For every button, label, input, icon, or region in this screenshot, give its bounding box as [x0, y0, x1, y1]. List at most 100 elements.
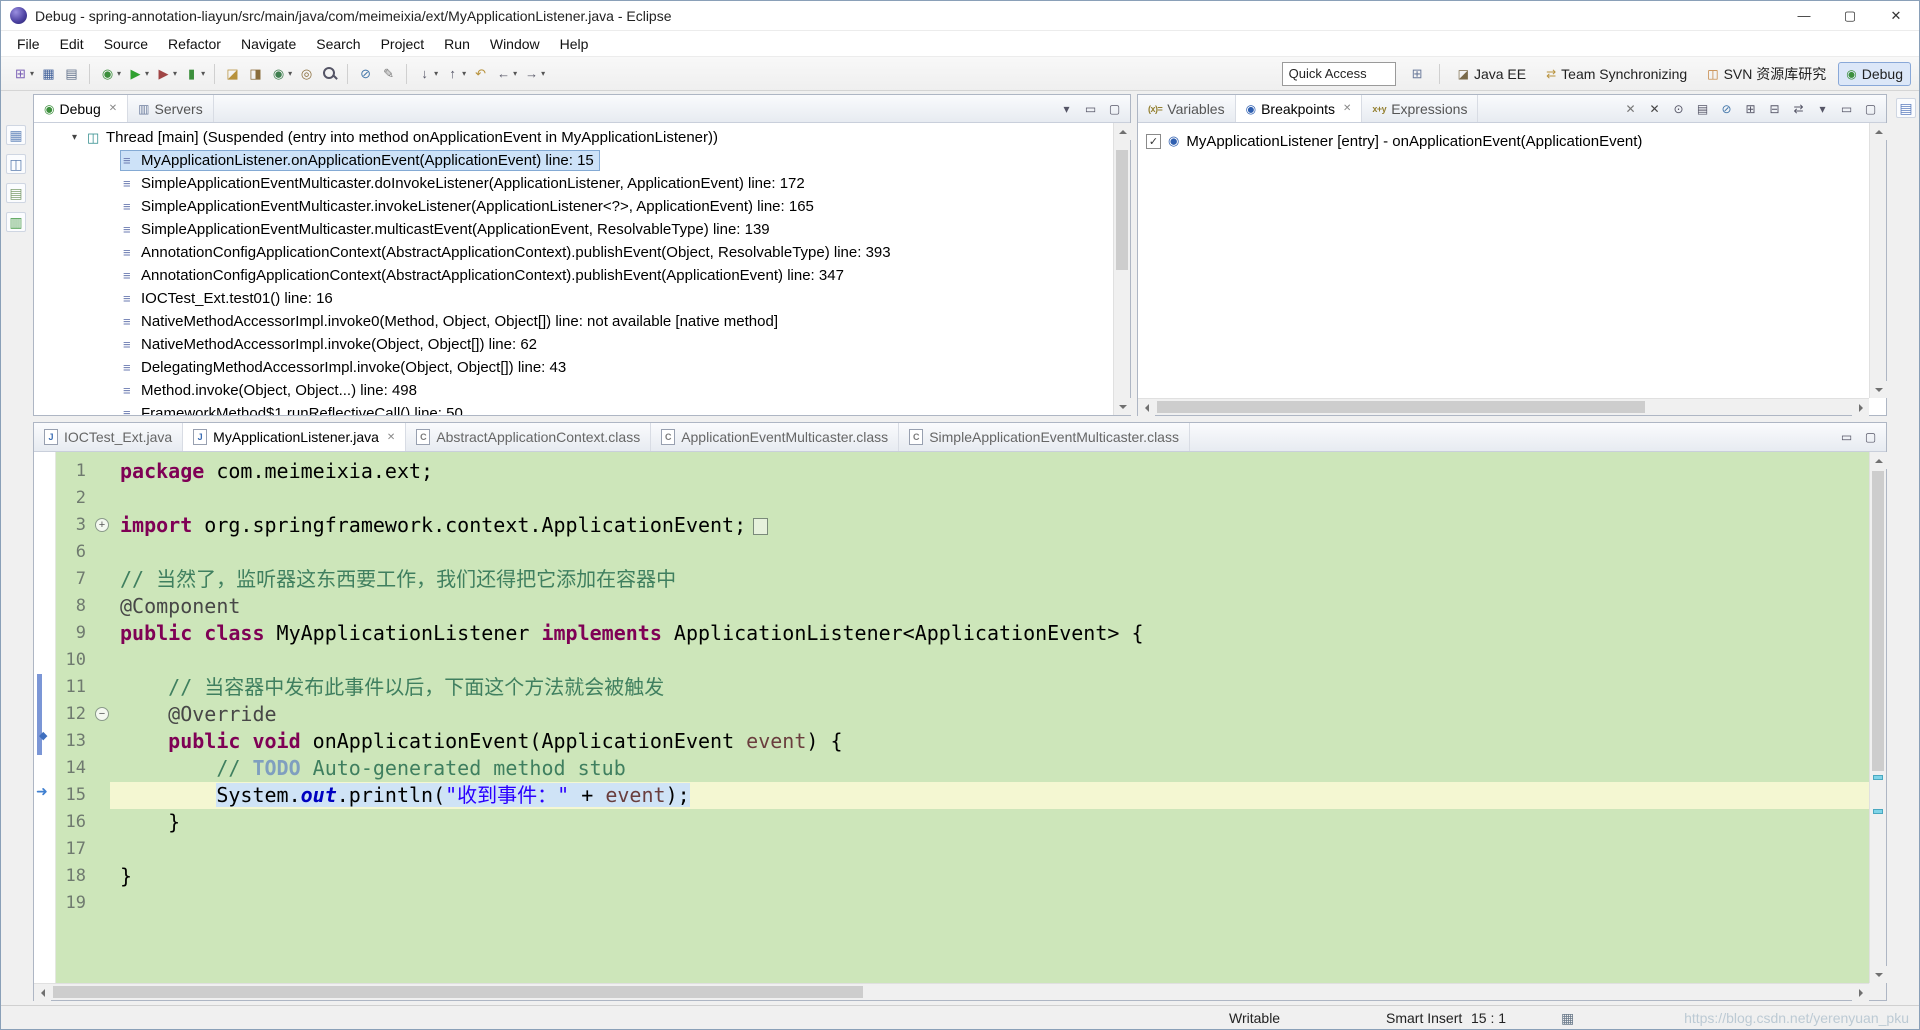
outline-view-icon[interactable]: ▤ [1896, 98, 1916, 118]
menu-source[interactable]: Source [94, 31, 158, 57]
scroll-right-arrow[interactable] [1852, 984, 1869, 1001]
code-line[interactable]: public class MyApplicationListener imple… [110, 620, 1869, 647]
scroll-thumb[interactable] [1872, 471, 1884, 771]
code-line[interactable]: public void onApplicationEvent(Applicati… [110, 728, 1869, 755]
stack-frame[interactable]: ≡ SimpleApplicationEventMulticaster.doInv… [120, 173, 811, 194]
search-button[interactable] [318, 61, 341, 87]
code-line[interactable] [110, 485, 1869, 512]
tab-breakpoints[interactable]: ◉ Breakpoints ✕ [1235, 95, 1363, 122]
run-button[interactable]: ▶ ▾ [124, 61, 152, 87]
tab-applicationeventmulticaster[interactable]: C ApplicationEventMulticaster.class [651, 423, 900, 451]
stack-frame-row[interactable]: ≡ SimpleApplicationEventMulticaster.invok… [34, 195, 1130, 218]
code-line[interactable] [110, 539, 1869, 566]
stack-frame-row[interactable]: ≡ NativeMethodAccessorImpl.invoke(Object,… [34, 333, 1130, 356]
folding-ruler[interactable]: + − [94, 452, 110, 983]
line-number-ruler[interactable]: 1 2 3 6 7 8 9 10 11 12 13 14 15 16 17 18 19 [56, 452, 94, 983]
skip-breakpoints-button[interactable]: ⊘ [354, 61, 377, 87]
menu-file[interactable]: File [7, 31, 50, 57]
close-tab-icon[interactable]: ✕ [1343, 103, 1351, 114]
view-menu-icon[interactable]: ▾ [1814, 100, 1831, 117]
perspective-debug[interactable]: ◉ Debug [1838, 61, 1911, 86]
menu-refactor[interactable]: Refactor [158, 31, 231, 57]
stack-frame-row[interactable]: ≡ MyApplicationListener.onApplicationEven… [34, 149, 1130, 172]
code-line[interactable]: } [110, 863, 1869, 890]
mark-occurrences-button[interactable]: ✎ [377, 61, 400, 87]
stack-frame[interactable]: ≡ NativeMethodAccessorImpl.invoke(Object,… [120, 334, 543, 355]
project-explorer-icon[interactable]: ◫ [6, 154, 26, 174]
scroll-track[interactable] [51, 984, 1852, 1000]
perspective-team-sync[interactable]: ⇄ Team Synchronizing [1538, 62, 1695, 86]
scroll-up-arrow[interactable] [1114, 123, 1131, 140]
perspective-java-ee[interactable]: ◪ Java EE [1450, 62, 1534, 86]
tab-myapplicationlistener[interactable]: J MyApplicationListener.java ✕ [183, 423, 407, 451]
stack-frame-row[interactable]: ≡ AnnotationConfigApplicationContext(Abst… [34, 264, 1130, 287]
skip-all-breakpoints-icon[interactable]: ⊘ [1718, 100, 1735, 117]
code-line[interactable]: } [110, 809, 1869, 836]
scroll-thumb[interactable] [53, 986, 864, 998]
stack-frame[interactable]: ≡ IOCTest_Ext.test01() line: 16 [120, 288, 339, 309]
maximize-window-button[interactable]: ▢ [1827, 1, 1873, 30]
insert-mode-status[interactable]: Smart Insert [1386, 1010, 1462, 1026]
debug-vertical-scrollbar[interactable] [1113, 123, 1131, 415]
menu-navigate[interactable]: Navigate [231, 31, 306, 57]
expander-icon[interactable]: ▾ [72, 132, 87, 143]
scroll-thumb[interactable] [1116, 150, 1128, 270]
go-to-file-icon[interactable]: ▤ [1694, 100, 1711, 117]
scroll-track[interactable] [1870, 469, 1886, 966]
tab-ioctest-ext[interactable]: J IOCTest_Ext.java [34, 423, 184, 451]
maximize-view-icon[interactable]: ▢ [1106, 100, 1123, 117]
scroll-left-arrow[interactable] [34, 984, 51, 1001]
new-class-button[interactable]: ◉ ▾ [267, 61, 295, 87]
stack-frame-row[interactable]: ≡ AnnotationConfigApplicationContext(Abst… [34, 241, 1130, 264]
external-tools-button[interactable]: ▶ ▾ [152, 61, 180, 87]
tab-expressions[interactable]: x+y Expressions [1362, 95, 1479, 122]
perspective-svn[interactable]: ◫ SVN 资源库研究 [1699, 60, 1834, 88]
minimize-window-button[interactable]: — [1781, 1, 1827, 30]
debug-button[interactable]: ◉ ▾ [96, 61, 124, 87]
last-edit-location-button[interactable]: ↶ [469, 61, 492, 87]
scroll-thumb[interactable] [1157, 401, 1645, 413]
thread-row[interactable]: ▾ ◫ Thread [main] (Suspended (entry into m… [34, 126, 1130, 149]
minimize-editor-icon[interactable]: ▭ [1838, 429, 1855, 446]
tab-variables[interactable]: (x)= Variables [1138, 95, 1236, 122]
stack-frame-row[interactable]: ≡ SimpleApplicationEventMulticaster.doInv… [34, 172, 1130, 195]
stack-frame-row[interactable]: ≡ NativeMethodAccessorImpl.invoke0(Method… [34, 310, 1130, 333]
menu-project[interactable]: Project [371, 31, 435, 57]
code-line[interactable]: package com.meimeixia.ext; [110, 458, 1869, 485]
editor-vertical-scrollbar[interactable] [1869, 452, 1887, 983]
remove-breakpoint-icon[interactable]: ✕ [1622, 100, 1639, 117]
stack-frame[interactable]: ≡ SimpleApplicationEventMulticaster.multi… [120, 219, 776, 240]
collapse-all-icon[interactable]: ⊟ [1766, 100, 1783, 117]
view-menu-icon[interactable]: ▾ [1058, 100, 1075, 117]
stack-frame[interactable]: ≡ Method.invoke(Object, Object...) line: … [120, 380, 423, 401]
breakpoints-vertical-scrollbar[interactable] [1869, 123, 1887, 398]
fold-plus-icon[interactable]: + [95, 518, 109, 532]
stack-frame[interactable]: ≡ DelegatingMethodAccessorImpl.invoke(Obj… [120, 357, 572, 378]
scroll-left-arrow[interactable] [1138, 399, 1155, 416]
package-explorer-icon[interactable]: ▦ [6, 125, 26, 145]
menu-search[interactable]: Search [306, 31, 370, 57]
scroll-up-arrow[interactable] [1870, 123, 1887, 140]
menu-run[interactable]: Run [434, 31, 480, 57]
stack-frame[interactable]: ≡ AnnotationConfigApplicationContext(Abst… [120, 242, 897, 263]
breakpoint-checkbox[interactable]: ✓ [1146, 133, 1161, 149]
scroll-down-arrow[interactable] [1114, 398, 1131, 415]
scroll-up-arrow[interactable] [1870, 452, 1887, 469]
fold-minus-icon[interactable]: − [95, 707, 109, 721]
tab-debug[interactable]: ◉ Debug ✕ [34, 95, 129, 122]
stack-frame[interactable]: ≡ SimpleApplicationEventMulticaster.invok… [120, 196, 820, 217]
code-line[interactable]: // 当容器中发布此事件以后，下面这个方法就会被触发 [110, 674, 1869, 701]
stack-frame-row[interactable]: ≡ FrameworkMethod$1.runReflectiveCall() l… [34, 402, 1130, 415]
breakpoint-row[interactable]: ✓ ◉ MyApplicationListener [entry] - onAppl… [1138, 129, 1886, 153]
close-tab-icon[interactable]: ✕ [109, 103, 117, 114]
close-tab-icon[interactable]: ✕ [387, 432, 395, 443]
code-line[interactable] [110, 890, 1869, 917]
code-line[interactable] [110, 647, 1869, 674]
scroll-track[interactable] [1870, 140, 1886, 381]
save-button[interactable]: ▦ [37, 61, 60, 87]
code-line[interactable]: // TODO Auto-generated method stub [110, 755, 1869, 782]
tab-abstractapplicationcontext[interactable]: C AbstractApplicationContext.class [406, 423, 652, 451]
caret-position-status[interactable]: 15 : 1 [1471, 1010, 1506, 1026]
scroll-track[interactable] [1155, 399, 1852, 415]
menu-help[interactable]: Help [550, 31, 599, 57]
